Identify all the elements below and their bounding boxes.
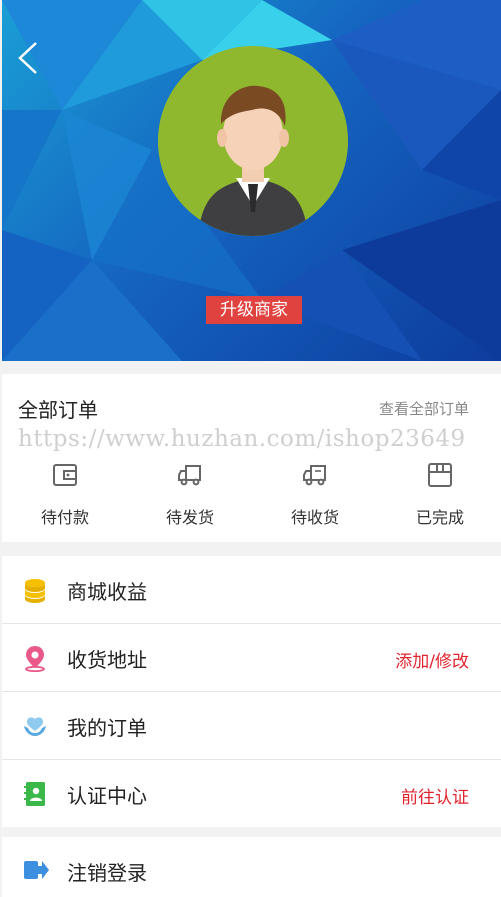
menu-item-label: 商城收益 <box>67 580 147 604</box>
go-verify-link[interactable]: 前往认证 <box>401 783 469 808</box>
id-card-icon <box>24 782 45 806</box>
menu-item-label: 认证中心 <box>67 784 147 808</box>
status-label: 已完成 <box>415 508 464 527</box>
logout-button[interactable]: 注销登录 <box>2 837 501 897</box>
box-icon <box>428 463 452 487</box>
menu-item-verification-center[interactable]: 认证中心 前往认证 <box>2 760 501 827</box>
user-avatar-icon <box>158 46 348 236</box>
location-pin-icon <box>25 646 45 672</box>
status-to-receive[interactable]: 待收货 <box>260 462 370 528</box>
menu-item-mall-earnings[interactable]: 商城收益 <box>2 556 501 624</box>
avatar[interactable] <box>158 46 348 236</box>
back-arrow-icon[interactable] <box>14 40 44 76</box>
hands-icon <box>24 717 46 736</box>
delivery-truck-icon <box>303 465 326 486</box>
coins-icon <box>25 579 45 603</box>
status-label: 待发货 <box>165 508 214 527</box>
status-pending-payment[interactable]: 待付款 <box>10 462 120 528</box>
status-label: 待付款 <box>40 508 89 527</box>
menu-item-label: 收货地址 <box>67 648 147 672</box>
status-to-ship[interactable]: 待发货 <box>135 462 245 528</box>
menu-item-my-orders[interactable]: 我的订单 <box>2 692 501 760</box>
menu-item-label: 我的订单 <box>67 716 147 740</box>
logout-label: 注销登录 <box>67 861 147 885</box>
watermark-text: https://www.huzhan.com/ishop23649 <box>18 426 466 452</box>
truck-icon <box>178 465 201 486</box>
view-all-orders-link[interactable]: 查看全部订单 <box>379 398 469 419</box>
orders-title: 全部订单 <box>18 398 98 422</box>
logout-arrow-icon <box>24 861 49 879</box>
status-completed[interactable]: 已完成 <box>385 462 495 528</box>
profile-header: 升级商家 <box>2 0 501 361</box>
status-label: 待收货 <box>290 508 339 527</box>
wallet-icon <box>53 464 77 486</box>
add-edit-address-link[interactable]: 添加/修改 <box>395 647 469 672</box>
orders-card: 全部订单 查看全部订单 https://www.huzhan.com/ishop… <box>2 374 501 542</box>
menu-item-shipping-address[interactable]: 收货地址 添加/修改 <box>2 624 501 692</box>
upgrade-merchant-button[interactable]: 升级商家 <box>206 296 302 324</box>
menu-list: 商城收益 收货地址 添加/修改 我的订单 认证中心 前往认证 <box>2 556 501 827</box>
